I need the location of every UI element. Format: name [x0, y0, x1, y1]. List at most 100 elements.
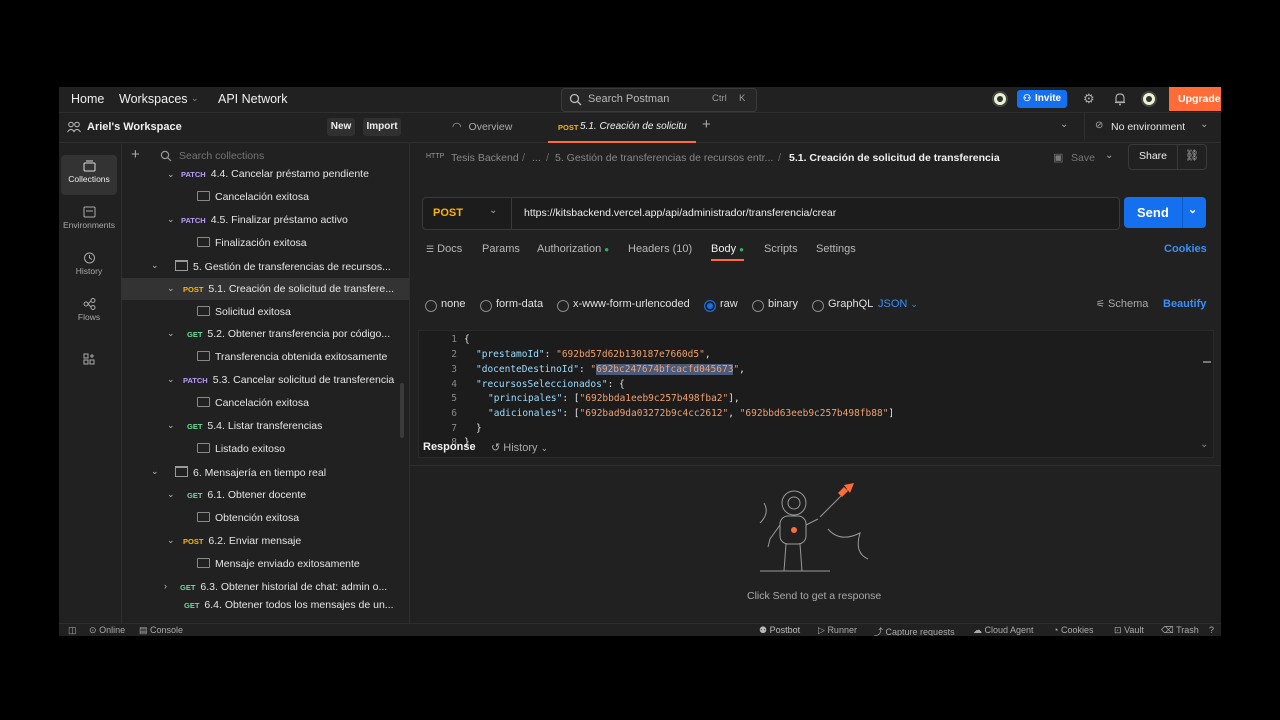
new-button[interactable]: New	[327, 118, 355, 136]
tab-active-request[interactable]: POST 5.1. Creación de solicitu	[548, 113, 696, 143]
new-tab-icon[interactable]: +	[702, 116, 711, 133]
breadcrumb-folder[interactable]: 5. Gestión de transferencias de recursos…	[555, 152, 773, 164]
add-collection-icon[interactable]: +	[131, 146, 140, 163]
rail-history[interactable]: History	[61, 247, 117, 287]
collection-search-input[interactable]	[177, 147, 401, 165]
tree-item-request[interactable]: › GET 6.3. Obtener historial de chat: admi…	[121, 576, 409, 598]
avatar[interactable]	[1140, 90, 1158, 108]
toggle-sidebar-icon[interactable]: ◫	[68, 625, 77, 636]
tab-docs[interactable]: ☰ Docs	[426, 243, 462, 255]
tree-item-request[interactable]: GET 6.4. Obtener todos los mensajes de un…	[121, 598, 409, 610]
rail-environments[interactable]: Environments	[61, 201, 117, 241]
tree-item-request[interactable]: ⌄ PATCH 5.3. Cancelar solicitud de transfe…	[121, 369, 409, 391]
online-status[interactable]: ⊙ Online	[89, 625, 125, 636]
tree-item-folder[interactable]: ⌄ 6. Mensajería en tiempo real	[121, 461, 409, 483]
tab-authorization[interactable]: Authorization ●	[537, 243, 609, 255]
capture-icon: ⤴	[874, 627, 884, 636]
tabs-menu-chevron-icon[interactable]: ⌄	[1060, 119, 1068, 130]
tree-item-example[interactable]: Cancelación exitosa	[121, 392, 409, 414]
cloud-agent-button[interactable]: ☁ Cloud Agent	[973, 625, 1034, 636]
radio-form-data[interactable]	[480, 300, 492, 312]
upgrade-button[interactable]: Upgrade	[1169, 87, 1221, 111]
global-search[interactable]: Search Postman Ctrl K	[561, 88, 757, 112]
tree-item-example[interactable]: Obtención exitosa	[121, 507, 409, 529]
breadcrumb-root[interactable]: Tesis Backend	[451, 152, 519, 164]
save-chevron-icon[interactable]: ⌄	[1105, 150, 1113, 161]
chevron-down-icon[interactable]: ⌄	[191, 93, 199, 104]
raw-format-select[interactable]: JSON ⌄	[878, 298, 918, 310]
nav-workspaces[interactable]: Workspaces	[119, 92, 188, 106]
trash-button[interactable]: ⌫ Trash	[1161, 625, 1199, 636]
tree-item-request[interactable]: ⌄ POST 6.2. Enviar mensaje	[121, 530, 409, 552]
gear-icon[interactable]: ⚙	[1083, 91, 1095, 107]
chevron-down-icon[interactable]: ⌄	[489, 205, 497, 216]
rail-collections[interactable]: Collections	[61, 155, 117, 195]
radio-none[interactable]	[425, 300, 437, 312]
radio-raw[interactable]	[704, 300, 716, 312]
body-editor[interactable]: 1 2 3 4 5 6 7 8 { "prestamoId": "692bd57…	[418, 330, 1214, 458]
sync-status-icon[interactable]	[991, 90, 1009, 108]
tree-item-folder[interactable]: ⌄ 5. Gestión de transferencias de recurso…	[121, 255, 409, 277]
console-button[interactable]: ▤ Console	[139, 625, 183, 636]
tree-item-request[interactable]: ⌄ GET 6.1. Obtener docente	[121, 484, 409, 506]
tab-headers[interactable]: Headers (10)	[628, 243, 692, 255]
capture-requests-button[interactable]: ⤴ Capture requests	[874, 625, 955, 636]
tree-item-example[interactable]: Finalización exitosa	[121, 232, 409, 254]
breadcrumb-ellipsis[interactable]: ...	[532, 152, 541, 164]
url-input[interactable]: https://kitsbackend.vercel.app/api/admin…	[524, 207, 836, 219]
send-button[interactable]: Send	[1137, 205, 1169, 220]
help-icon[interactable]: ?	[1209, 625, 1214, 635]
runner-button[interactable]: ▷ Runner	[818, 625, 857, 636]
response-title[interactable]: Response	[423, 441, 476, 453]
link-icon[interactable]: ⛓	[1185, 149, 1199, 162]
breadcrumb-current[interactable]: 5.1. Creación de solicitud de transferen…	[789, 152, 1000, 164]
vault-button[interactable]: ⊡ Vault	[1114, 625, 1144, 636]
method-select[interactable]: POST	[433, 207, 463, 219]
tree-item-request[interactable]: ⌄ PATCH 4.5. Finalizar préstamo activo	[121, 209, 409, 231]
tab-settings[interactable]: Settings	[816, 243, 856, 255]
save-button[interactable]: Save	[1071, 152, 1095, 164]
tree-item-request[interactable]: ⌄ GET 5.4. Listar transferencias	[121, 415, 409, 437]
tab-params[interactable]: Params	[482, 243, 520, 255]
share-button[interactable]: Share	[1139, 150, 1167, 162]
tree-item-request-selected[interactable]: ⌄ POST 5.1. Creación de solicitud de trans…	[121, 278, 409, 300]
nav-api-network[interactable]: API Network	[218, 92, 287, 106]
collections-icon	[83, 160, 95, 172]
nav-home[interactable]: Home	[71, 92, 104, 106]
tree-item-example[interactable]: Cancelación exitosa	[121, 186, 409, 208]
schema-icon: ⚟	[1096, 299, 1105, 310]
tab-overview[interactable]: ◠ Overview	[452, 120, 512, 133]
postbot-button[interactable]: ⚉ Postbot	[759, 625, 800, 636]
cookies-button[interactable]: ◔ Cookies	[1053, 625, 1093, 635]
radio-raw-label: raw	[720, 298, 738, 310]
invite-button[interactable]: ⚇ Invite	[1017, 90, 1067, 108]
tree-item-example[interactable]: Listado exitoso	[121, 438, 409, 460]
workspace-name[interactable]: Ariel's Workspace	[87, 121, 182, 133]
radio-graphql[interactable]	[812, 300, 824, 312]
collapse-chevron-icon[interactable]: ⌄	[1200, 439, 1208, 450]
tree-item-request[interactable]: ⌄ GET 5.2. Obtener transferencia por códig…	[121, 323, 409, 345]
radio-urlencoded[interactable]	[557, 300, 569, 312]
tab-scripts[interactable]: Scripts	[764, 243, 798, 255]
tree-item-example[interactable]: Solicitud exitosa	[121, 301, 409, 323]
tree-scrollbar[interactable]	[400, 383, 404, 438]
cookies-link[interactable]: Cookies	[1164, 243, 1207, 255]
rail-configure[interactable]	[61, 353, 117, 373]
response-history-button[interactable]: ↺ History ⌄	[491, 441, 548, 454]
console-icon: ▤	[139, 625, 148, 635]
import-button[interactable]: Import	[363, 118, 401, 136]
bell-icon[interactable]	[1113, 92, 1127, 106]
selected-text: 692bc247674bfcacfd045673	[596, 364, 734, 375]
tree-item-example[interactable]: Mensaje enviado exitosamente	[121, 553, 409, 575]
example-icon	[197, 306, 210, 316]
tab-body[interactable]: Body ●	[711, 243, 744, 261]
beautify-button[interactable]: Beautify	[1163, 298, 1206, 310]
radio-binary[interactable]	[752, 300, 764, 312]
send-options-chevron-icon[interactable]: ⌄	[1188, 203, 1197, 216]
environment-selector[interactable]: ⊘ No environment ⌄	[1084, 113, 1221, 141]
no-environment-icon: ⊘	[1095, 120, 1104, 131]
schema-button[interactable]: ⚟ Schema	[1096, 298, 1148, 310]
tree-item-request[interactable]: ⌄ PATCH 4.4. Cancelar préstamo pendiente	[121, 164, 409, 186]
rail-flows[interactable]: Flows	[61, 293, 117, 333]
tree-item-example[interactable]: Transferencia obtenida exitosamente	[121, 346, 409, 368]
